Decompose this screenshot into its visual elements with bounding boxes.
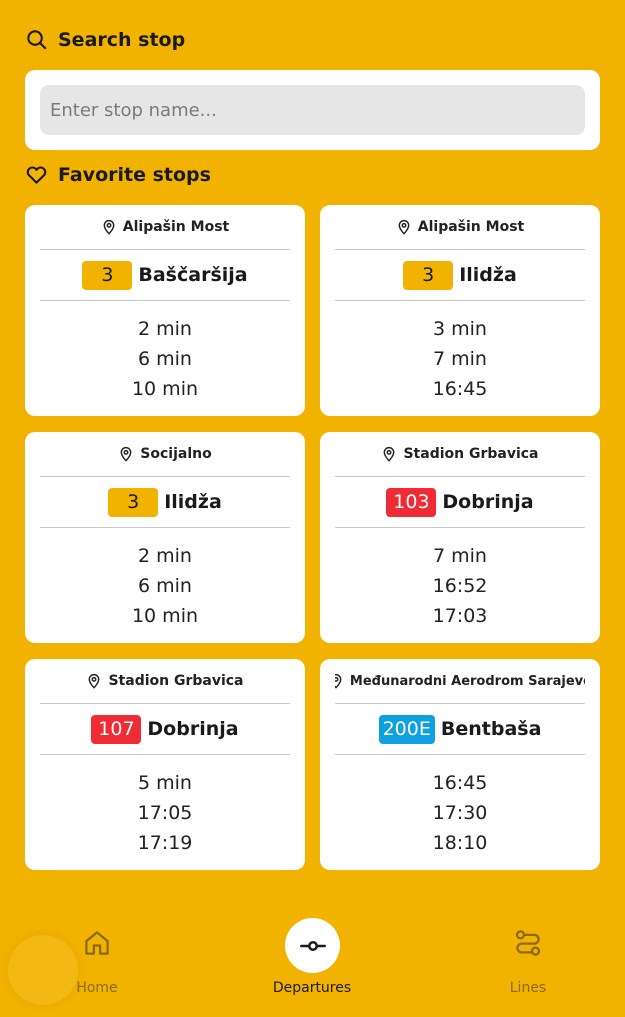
favorite-stops-grid: Alipašin Most 3 Baščaršija 2 min 6 min 1… — [25, 205, 600, 870]
search-input[interactable] — [40, 85, 585, 135]
departure-time: 7 min — [433, 544, 487, 567]
departure-time: 2 min — [138, 544, 192, 567]
departure-time: 17:05 — [137, 801, 193, 824]
line-badge: 3 — [403, 260, 454, 290]
line-badge: 3 — [82, 260, 133, 290]
destination: Bentbaša — [440, 718, 542, 740]
favorite-stop-card[interactable]: Stadion Grbavica 107 Dobrinja 5 min 17:0… — [25, 659, 305, 870]
location-pin-icon — [120, 447, 132, 462]
destination: Dobrinja — [442, 491, 534, 513]
favorite-stop-card[interactable]: Stadion Grbavica 103 Dobrinja 7 min 16:5… — [320, 432, 600, 643]
departure-time: 18:10 — [432, 831, 488, 854]
destination: Dobrinja — [147, 718, 239, 740]
departure-time: 16:52 — [432, 574, 488, 597]
stop-name: Socijalno — [140, 446, 212, 462]
departure-time: 3 min — [433, 317, 487, 340]
departure-times: 7 min 16:52 17:03 — [335, 528, 585, 643]
favorites-section-title: Favorite stops — [25, 163, 211, 186]
search-box — [25, 70, 600, 150]
stop-name: Stadion Grbavica — [108, 673, 244, 689]
search-title-label: Search stop — [58, 28, 186, 51]
favorite-stop-card[interactable]: Alipašin Most 3 Ilidža 3 min 7 min 16:45 — [320, 205, 600, 416]
departure-times: 3 min 7 min 16:45 — [335, 301, 585, 416]
departures-icon — [299, 940, 326, 951]
favorites-title-label: Favorite stops — [58, 163, 211, 186]
location-pin-icon — [384, 447, 395, 462]
stop-name: Stadion Grbavica — [403, 446, 539, 462]
line-row: 3 Ilidža — [40, 477, 290, 528]
line-badge: 107 — [91, 714, 142, 744]
destination: Ilidža — [459, 264, 517, 286]
stop-name-row: Alipašin Most — [40, 205, 290, 250]
nav-label-home: Home — [76, 980, 118, 996]
line-row: 3 Ilidža — [335, 250, 585, 301]
destination: Ilidža — [164, 491, 222, 513]
favorite-stop-card[interactable]: Socijalno 3 Ilidža 2 min 6 min 10 min — [25, 432, 305, 643]
line-row: 107 Dobrinja — [40, 704, 290, 755]
destination: Baščaršija — [138, 264, 248, 286]
departure-times: 5 min 17:05 17:19 — [40, 755, 290, 870]
stop-name-row: Stadion Grbavica — [40, 659, 290, 704]
nav-label-lines: Lines — [509, 980, 547, 996]
departure-time: 16:45 — [432, 377, 488, 400]
line-badge: 3 — [108, 487, 159, 517]
departure-times: 2 min 6 min 10 min — [40, 301, 290, 416]
home-icon — [85, 931, 109, 955]
route-icon — [515, 930, 541, 956]
favorite-stop-card[interactable]: Međunarodni Aerodrom Sarajevo 200E Bentb… — [320, 659, 600, 870]
favorite-stop-card[interactable]: Alipašin Most 3 Baščaršija 2 min 6 min 1… — [25, 205, 305, 416]
nav-active-indicator — [285, 918, 340, 973]
location-pin-icon — [335, 674, 342, 689]
search-icon — [27, 30, 47, 50]
departure-time: 10 min — [131, 604, 199, 627]
heart-icon — [26, 166, 47, 184]
bottom-navigation: Home Departures Lines — [0, 900, 625, 1017]
departure-time: 5 min — [138, 771, 192, 794]
stop-name-row: Socijalno — [40, 432, 290, 477]
departure-time: 6 min — [138, 347, 192, 370]
stop-name: Alipašin Most — [417, 219, 525, 235]
location-pin-icon — [398, 220, 410, 235]
departure-time: 16:45 — [432, 771, 488, 794]
departure-times: 2 min 6 min 10 min — [40, 528, 290, 643]
stop-name-row: Stadion Grbavica — [335, 432, 585, 477]
stop-name: Međunarodni Aerodrom Sarajevo — [349, 673, 585, 689]
stop-name: Alipašin Most — [122, 219, 230, 235]
line-row: 3 Baščaršija — [40, 250, 290, 301]
nav-label-departures: Departures — [272, 980, 352, 996]
search-section-title: Search stop — [25, 28, 185, 51]
departure-time: 17:30 — [432, 801, 488, 824]
line-badge: 103 — [386, 487, 437, 517]
line-row: 103 Dobrinja — [335, 477, 585, 528]
departure-time: 6 min — [138, 574, 192, 597]
location-pin-icon — [103, 220, 115, 235]
stop-name-row: Alipašin Most — [335, 205, 585, 250]
stop-name-row: Međunarodni Aerodrom Sarajevo — [335, 659, 585, 704]
departure-time: 10 min — [131, 377, 199, 400]
line-row: 200E Bentbaša — [335, 704, 585, 755]
departure-time: 17:03 — [432, 604, 488, 627]
departure-time: 17:19 — [137, 831, 193, 854]
departure-time: 7 min — [433, 347, 487, 370]
departure-time: 2 min — [138, 317, 192, 340]
location-pin-icon — [89, 674, 100, 689]
departure-times: 16:45 17:30 18:10 — [335, 755, 585, 870]
line-badge: 200E — [378, 714, 435, 744]
